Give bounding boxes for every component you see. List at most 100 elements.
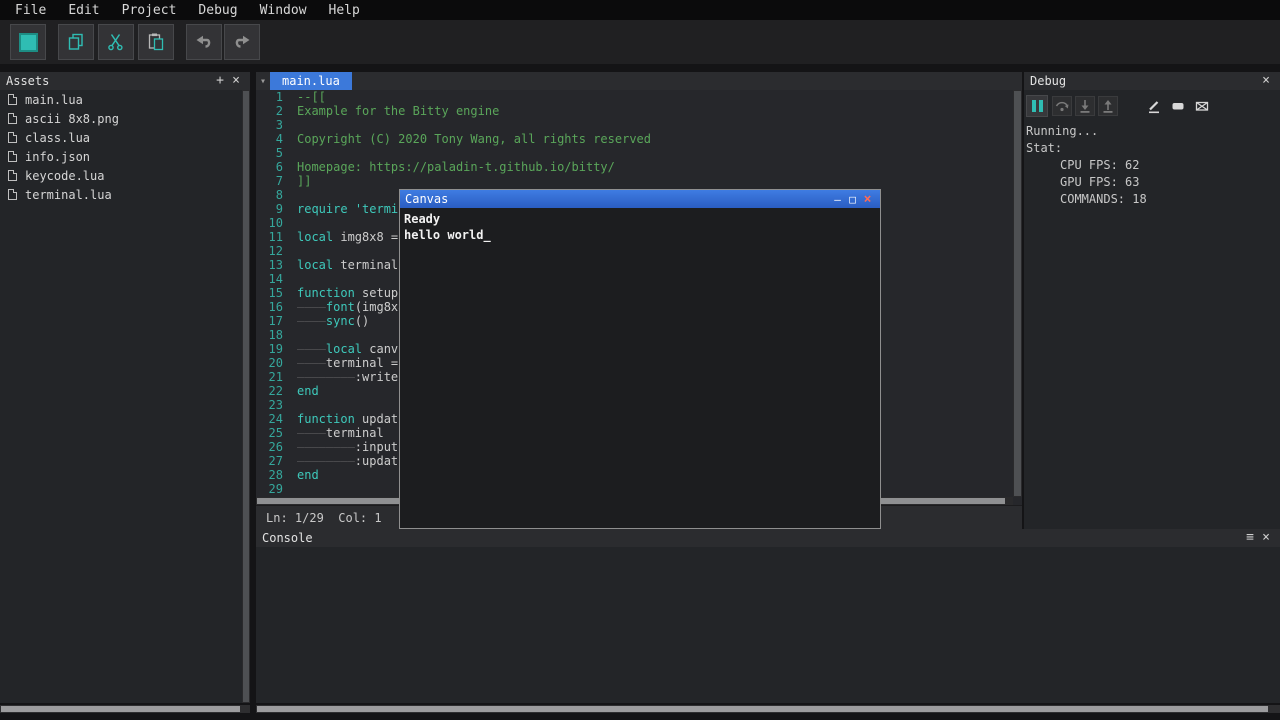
redo-button[interactable] (224, 24, 260, 60)
code-text (283, 398, 297, 412)
stop-square-icon (19, 33, 38, 52)
code-text: Homepage: https://paladin-t.github.io/bi… (283, 160, 615, 174)
debug-title: Debug (1030, 74, 1066, 88)
step-over-button[interactable] (1052, 96, 1072, 116)
debug-panel: Debug × (1024, 72, 1280, 529)
canvas-output-line: Ready (404, 211, 876, 227)
line-number: 14 (256, 272, 283, 286)
tab-list-caret-icon[interactable]: ▾ (256, 72, 270, 90)
debug-toolbar (1024, 90, 1280, 119)
line-number: 16 (256, 300, 283, 314)
enable-breakpoints-button[interactable] (1168, 96, 1188, 116)
line-number: 17 (256, 314, 283, 328)
code-text: Copyright (C) 2020 Tony Wang, all rights… (283, 132, 651, 146)
close-debug-icon[interactable]: × (1258, 73, 1274, 89)
paste-icon (146, 32, 166, 52)
cut-icon (106, 32, 126, 52)
code-text: function setup (283, 286, 398, 300)
menu-item-window[interactable]: Window (249, 3, 318, 18)
stop-button[interactable] (10, 24, 46, 60)
breakpoint-fill-icon (1170, 98, 1186, 114)
scroll-thumb[interactable] (257, 706, 1268, 712)
pause-button[interactable] (1026, 95, 1048, 117)
asset-item[interactable]: main.lua (0, 90, 250, 109)
code-line[interactable]: 1--[[ (256, 90, 1013, 104)
code-line[interactable]: 6Homepage: https://paladin-t.github.io/b… (256, 160, 1013, 174)
clear-breakpoints-button[interactable] (1192, 96, 1212, 116)
line-number: 18 (256, 328, 283, 342)
stat-value: 63 (1125, 175, 1139, 189)
toggle-breakpoint-button[interactable] (1144, 96, 1164, 116)
paste-button[interactable] (138, 24, 174, 60)
code-text (283, 146, 297, 160)
asset-item[interactable]: keycode.lua (0, 166, 250, 185)
undo-button[interactable] (186, 24, 222, 60)
line-number: 9 (256, 202, 283, 216)
scroll-thumb[interactable] (1014, 91, 1021, 496)
stat-label: CPU FPS: (1060, 158, 1125, 172)
stat-label: GPU FPS: (1060, 175, 1125, 189)
assets-horizontal-scrollbar[interactable] (0, 705, 250, 713)
assets-vertical-scrollbar[interactable] (242, 90, 250, 703)
close-canvas-icon[interactable]: × (860, 192, 875, 207)
debug-stat: GPU FPS: 63 (1024, 174, 1280, 191)
menu-item-edit[interactable]: Edit (57, 3, 110, 18)
menu-item-debug[interactable]: Debug (187, 3, 248, 18)
assets-panel: Assets + × main.luaascii 8x8.pngclass.lu… (0, 72, 250, 703)
debug-stat: CPU FPS: 62 (1024, 157, 1280, 174)
code-text: require 'termi (283, 202, 398, 216)
asset-item[interactable]: info.json (0, 147, 250, 166)
line-number: 19 (256, 342, 283, 356)
asset-list: main.luaascii 8x8.pngclass.lua info.json k… (0, 90, 250, 204)
step-over-icon (1054, 98, 1070, 114)
line-number: 21 (256, 370, 283, 384)
console-options-icon[interactable]: ≡ (1242, 530, 1258, 546)
asset-item[interactable]: class.lua (0, 128, 250, 147)
code-text (283, 118, 297, 132)
code-text: end (283, 468, 319, 482)
canvas-output-line: hello world_ (404, 227, 876, 243)
code-line[interactable]: 2Example for the Bitty engine (256, 104, 1013, 118)
line-number: 29 (256, 482, 283, 496)
canvas-window[interactable]: Canvas — □ × Ready hello world_ (399, 189, 881, 529)
code-line[interactable]: 3 (256, 118, 1013, 132)
code-text: ————————:input (283, 440, 398, 454)
maximize-icon[interactable]: □ (845, 193, 860, 206)
line-number: 22 (256, 384, 283, 398)
minimize-icon[interactable]: — (830, 193, 845, 206)
cut-button[interactable] (98, 24, 134, 60)
line-number: 24 (256, 412, 283, 426)
tab-main-lua[interactable]: main.lua (270, 72, 352, 90)
copy-button[interactable] (58, 24, 94, 60)
menu-item-project[interactable]: Project (111, 3, 188, 18)
code-text: function updat (283, 412, 398, 426)
code-line[interactable]: 5 (256, 146, 1013, 160)
assets-header: Assets + × (0, 72, 250, 90)
line-number: 3 (256, 118, 283, 132)
stat-label: COMMANDS: (1060, 192, 1132, 206)
step-out-button[interactable] (1098, 96, 1118, 116)
editor-vertical-scrollbar[interactable] (1013, 90, 1022, 497)
line-number: 23 (256, 398, 283, 412)
asset-item[interactable]: terminal.lua (0, 185, 250, 204)
console-title: Console (262, 531, 313, 545)
close-console-icon[interactable]: × (1258, 530, 1274, 546)
canvas-titlebar[interactable]: Canvas — □ × (400, 190, 880, 208)
debug-stat-label: Stat: (1024, 140, 1280, 157)
close-assets-icon[interactable]: × (228, 73, 244, 89)
code-line[interactable]: 4Copyright (C) 2020 Tony Wang, all right… (256, 132, 1013, 146)
step-into-button[interactable] (1075, 96, 1095, 116)
scroll-thumb[interactable] (1, 706, 240, 712)
scroll-thumb[interactable] (243, 91, 249, 702)
menu-item-file[interactable]: File (4, 3, 57, 18)
code-text: local img8x8 = (283, 230, 405, 244)
asset-item[interactable]: ascii 8x8.png (0, 109, 250, 128)
code-text (283, 216, 297, 230)
code-line[interactable]: 7]] (256, 174, 1013, 188)
pencil-icon (1146, 98, 1162, 114)
menu-item-help[interactable]: Help (318, 3, 371, 18)
console-horizontal-scrollbar[interactable] (256, 705, 1280, 713)
canvas-output: Ready hello world_ (400, 208, 880, 246)
asset-name: info.json (25, 150, 90, 164)
add-asset-icon[interactable]: + (212, 73, 228, 89)
